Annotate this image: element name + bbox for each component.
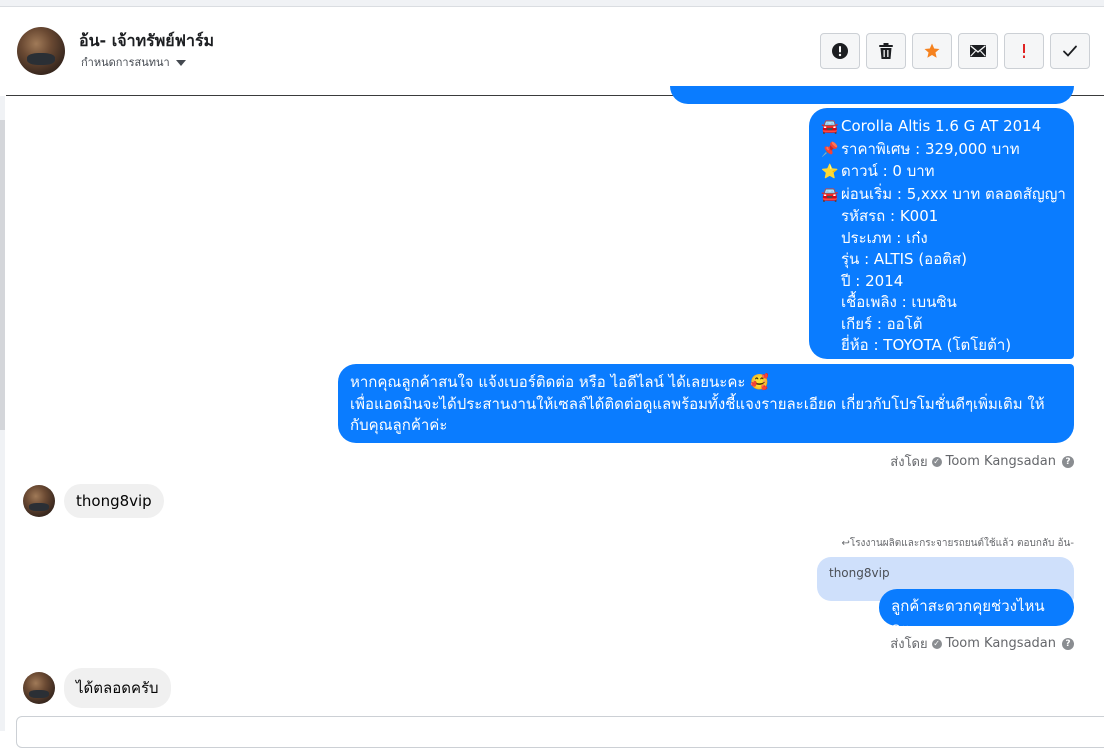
listing-line: เกียร์ : ออโต้	[841, 314, 923, 333]
listing-line: รหัสรถ : K001	[841, 207, 939, 225]
help-icon[interactable]: ?	[1062, 455, 1074, 468]
pushpin-icon: 📌	[821, 141, 839, 158]
listing-line: ประเภท : เก๋ง	[841, 228, 928, 247]
reply-context-label: ↩โรงงานผลิตและกระจายรถยนต์ใช้แล้ว ตอบกลั…	[841, 538, 1074, 549]
contact-avatar[interactable]	[17, 27, 65, 75]
help-icon[interactable]: ?	[1062, 637, 1074, 650]
sender-name[interactable]: Toom Kangsadan	[946, 454, 1056, 469]
checkmark-icon	[1063, 45, 1077, 57]
car-listing-message[interactable]: 🚘 Corolla Altis 1.6 G AT 2014 📌 ราคาพิเศษ …	[809, 108, 1074, 359]
contact-avatar[interactable]	[23, 485, 55, 517]
verified-icon: ✓	[931, 638, 942, 649]
alert-circle-icon	[832, 43, 848, 59]
conversation-schedule-dropdown[interactable]: กำหนดการสนทนา	[81, 53, 186, 71]
prompt-line-1: หากคุณลูกค้าสนใจ แจ้งเบอร์ติดต่อ หรือ ไอ…	[350, 373, 769, 391]
sender-name[interactable]: Toom Kangsadan	[946, 636, 1056, 651]
caret-down-icon	[175, 60, 186, 66]
listing-line: 🚘 ผ่อนเริ่ม : 5,xxx บาท ตลอดสัญญา	[821, 184, 1066, 207]
star-button[interactable]	[912, 33, 952, 69]
incoming-message-row: thong8vip	[23, 484, 164, 518]
exclamation-icon	[1023, 44, 1025, 58]
delete-button[interactable]	[866, 33, 906, 69]
listing-line: 🚘 Corolla Altis 1.6 G AT 2014	[821, 116, 1062, 139]
trash-icon	[879, 43, 893, 59]
scrollbar-thumb[interactable]	[0, 120, 5, 430]
contact-prompt-message[interactable]: หากคุณลูกค้าสนใจ แจ้งเบอร์ติดต่อ หรือ ไอ…	[338, 364, 1074, 443]
sent-by-label: ส่งโดย ✓ Toom Kangsadan ?	[890, 451, 1074, 472]
verified-icon: ✓	[931, 456, 942, 467]
envelope-icon	[970, 45, 986, 57]
prompt-line-2: เพื่อแอดมินจะได้ประสานงานให้เซลล์ได้ติดต…	[350, 394, 1045, 435]
listing-line: ปี : 2014	[841, 271, 904, 290]
previous-message-bubble[interactable]	[670, 86, 1074, 104]
incoming-message-row: ได้ตลอดครับ	[23, 668, 171, 708]
star-emoji-icon: ⭐	[821, 164, 839, 180]
car-icon: 🚘	[821, 186, 839, 203]
conversation-schedule-label: กำหนดการสนทนา	[81, 56, 170, 69]
conversation-header: อ้น- เจ้าทรัพย์ฟาร์ม กำหนดการสนทนา	[6, 7, 1104, 96]
listing-line: 📌 ราคาพิเศษ : 329,000 บาท	[821, 139, 1062, 162]
conversation-toolbar	[820, 33, 1090, 69]
window-top-edge	[0, 0, 1104, 7]
sent-by-label: ส่งโดย ✓ Toom Kangsadan ?	[890, 633, 1074, 654]
listing-line: ⭐ ดาวน์ : 0 บาท	[821, 161, 1062, 184]
report-spam-button[interactable]	[820, 33, 860, 69]
listing-line: ยี่ห้อ : TOYOTA (โตโยต้า)	[841, 336, 1012, 354]
mark-unread-button[interactable]	[958, 33, 998, 69]
mark-done-button[interactable]	[1050, 33, 1090, 69]
listing-line: เชื้อเพลิง : เบนซิน	[841, 293, 957, 311]
scrollbar[interactable]	[0, 96, 5, 731]
star-icon	[924, 43, 940, 58]
outgoing-reply-message[interactable]: ลูกค้าสะดวกคุยช่วงไหนคะ	[879, 589, 1074, 637]
important-button[interactable]	[1004, 33, 1044, 69]
contact-name[interactable]: อ้น- เจ้าทรัพย์ฟาร์ม	[79, 29, 214, 54]
message-composer[interactable]	[16, 716, 1104, 748]
incoming-message[interactable]: thong8vip	[64, 484, 164, 518]
incoming-message[interactable]: ได้ตลอดครับ	[64, 668, 171, 708]
car-icon: 🚘	[821, 119, 839, 135]
listing-line: รุ่น : ALTIS (ออติส)	[841, 250, 967, 268]
contact-avatar[interactable]	[23, 672, 55, 704]
